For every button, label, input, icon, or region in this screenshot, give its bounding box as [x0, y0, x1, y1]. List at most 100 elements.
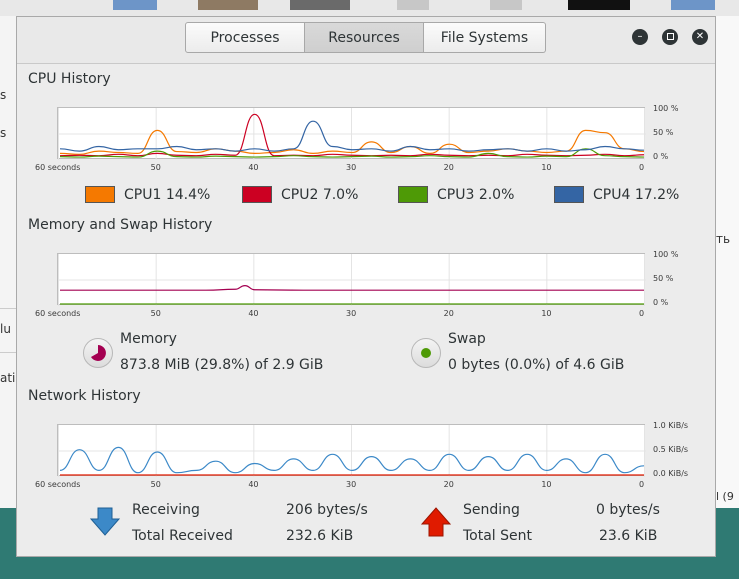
- maximize-icon: [666, 33, 674, 40]
- x-tick-label: 40: [248, 480, 259, 489]
- x-tick-label: 50: [150, 309, 161, 318]
- net-graph-svg: [58, 425, 646, 477]
- tab-processes[interactable]: Processes: [185, 22, 305, 53]
- memory-section-title: Memory and Swap History: [28, 217, 213, 233]
- y-tick-label: 0.0 KiB/s: [653, 469, 689, 478]
- sending-value: 0 bytes/s: [596, 502, 660, 518]
- memory-pie-icon[interactable]: [83, 338, 113, 368]
- desktop-thumbnail: [397, 0, 429, 10]
- minimize-icon: –: [637, 31, 643, 42]
- total-received-label: Total Received: [132, 528, 233, 544]
- y-tick-label: 0 %: [653, 152, 669, 161]
- x-tick-label: 60 seconds: [35, 480, 81, 489]
- total-sent-value: 23.6 KiB: [599, 528, 658, 544]
- cpu1-label: CPU1: [124, 186, 162, 203]
- background-text: l (9: [716, 490, 734, 503]
- desktop-thumbnail: [671, 0, 715, 10]
- receiving-label: Receiving: [132, 502, 200, 518]
- cpu2-value: 7.0%: [322, 186, 359, 203]
- x-tick-label: 10: [541, 163, 552, 172]
- background-text: ati: [0, 371, 16, 385]
- swap-value: 0 bytes (0.0%) of 4.6 GiB: [448, 357, 625, 373]
- desktop-thumbnail: [198, 0, 258, 10]
- background-window-right: ть l (9: [716, 16, 739, 508]
- cpu4-legend: CPU4 17.2%: [554, 186, 679, 203]
- memory-value: 873.8 MiB (29.8%) of 2.9 GiB: [120, 357, 324, 373]
- desktop-top-strip: [0, 0, 739, 16]
- x-tick-label: 50: [150, 163, 161, 172]
- background-divider: [0, 352, 16, 353]
- sending-label: Sending: [463, 502, 520, 518]
- cpu3-legend: CPU3 2.0%: [398, 186, 514, 203]
- system-monitor-window: Processes Resources File Systems – ✕ CPU…: [16, 16, 716, 557]
- memory-history-graph: [57, 253, 646, 306]
- desktop-thumbnail: [490, 0, 522, 10]
- x-tick-label: 0: [639, 163, 645, 172]
- x-tick-label: 0: [639, 309, 645, 318]
- swap-pie-icon[interactable]: [411, 338, 441, 368]
- tab-resources[interactable]: Resources: [305, 22, 424, 53]
- network-history-graph: [57, 424, 646, 477]
- y-tick-label: 50 %: [653, 128, 674, 137]
- x-tick-label: 10: [541, 480, 552, 489]
- y-tick-label: 0.5 KiB/s: [653, 445, 689, 454]
- desktop-thumbnail: [568, 0, 630, 10]
- background-divider: [0, 308, 16, 309]
- close-button[interactable]: ✕: [692, 29, 708, 45]
- cpu1-value: 14.4%: [165, 186, 211, 203]
- cpu2-color-swatch[interactable]: [242, 186, 272, 203]
- background-text: s: [0, 126, 7, 140]
- y-tick-label: 50 %: [653, 274, 674, 283]
- header-bar: Processes Resources File Systems – ✕: [17, 17, 715, 64]
- x-tick-label: 30: [346, 480, 357, 489]
- cpu1-color-swatch[interactable]: [85, 186, 115, 203]
- y-tick-label: 100 %: [653, 250, 679, 259]
- x-tick-label: 0: [639, 480, 645, 489]
- cpu4-label: CPU4: [593, 186, 631, 203]
- memory-pie-wedge: [91, 345, 106, 361]
- cpu2-legend: CPU2 7.0%: [242, 186, 358, 203]
- x-tick-label: 20: [443, 309, 454, 318]
- x-tick-label: 60 seconds: [35, 309, 81, 318]
- tab-file-systems[interactable]: File Systems: [424, 22, 546, 53]
- view-switcher: Processes Resources File Systems: [185, 22, 546, 53]
- background-text: ть: [716, 232, 731, 246]
- x-tick-label: 50: [150, 480, 161, 489]
- x-tick-label: 40: [248, 309, 259, 318]
- cpu-graph-svg: [58, 108, 646, 160]
- total-received-value: 232.6 KiB: [286, 528, 354, 544]
- x-tick-label: 10: [541, 309, 552, 318]
- swap-label: Swap: [448, 331, 486, 347]
- cpu3-label: CPU3: [437, 186, 475, 203]
- background-text: s: [0, 88, 7, 102]
- x-tick-label: 40: [248, 163, 259, 172]
- desktop-thumbnail: [113, 0, 157, 10]
- cpu4-color-swatch[interactable]: [554, 186, 584, 203]
- cpu4-value: 17.2%: [634, 186, 680, 203]
- memory-label: Memory: [120, 331, 177, 347]
- cpu2-label: CPU2: [281, 186, 319, 203]
- swap-indicator: [421, 348, 431, 358]
- desktop-thumbnail: [290, 0, 350, 10]
- minimize-button[interactable]: –: [632, 29, 648, 45]
- cpu1-legend: CPU1 14.4%: [85, 186, 210, 203]
- total-sent-label: Total Sent: [463, 528, 533, 544]
- background-window-left: s s lu ati: [0, 16, 17, 508]
- receiving-arrow-icon[interactable]: [89, 507, 121, 541]
- maximize-button[interactable]: [662, 29, 678, 45]
- cpu3-color-swatch[interactable]: [398, 186, 428, 203]
- cpu-history-graph: [57, 107, 646, 160]
- sending-arrow-icon[interactable]: [420, 507, 452, 541]
- receiving-value: 206 bytes/s: [286, 502, 368, 518]
- background-text: lu: [0, 322, 11, 336]
- x-tick-label: 30: [346, 309, 357, 318]
- y-tick-label: 1.0 KiB/s: [653, 421, 689, 430]
- x-tick-label: 20: [443, 163, 454, 172]
- x-tick-label: 30: [346, 163, 357, 172]
- y-tick-label: 100 %: [653, 104, 679, 113]
- mem-graph-svg: [58, 254, 646, 306]
- cpu-section-title: CPU History: [28, 71, 111, 87]
- network-section-title: Network History: [28, 388, 141, 404]
- cpu3-value: 2.0%: [478, 186, 515, 203]
- y-tick-label: 0 %: [653, 298, 669, 307]
